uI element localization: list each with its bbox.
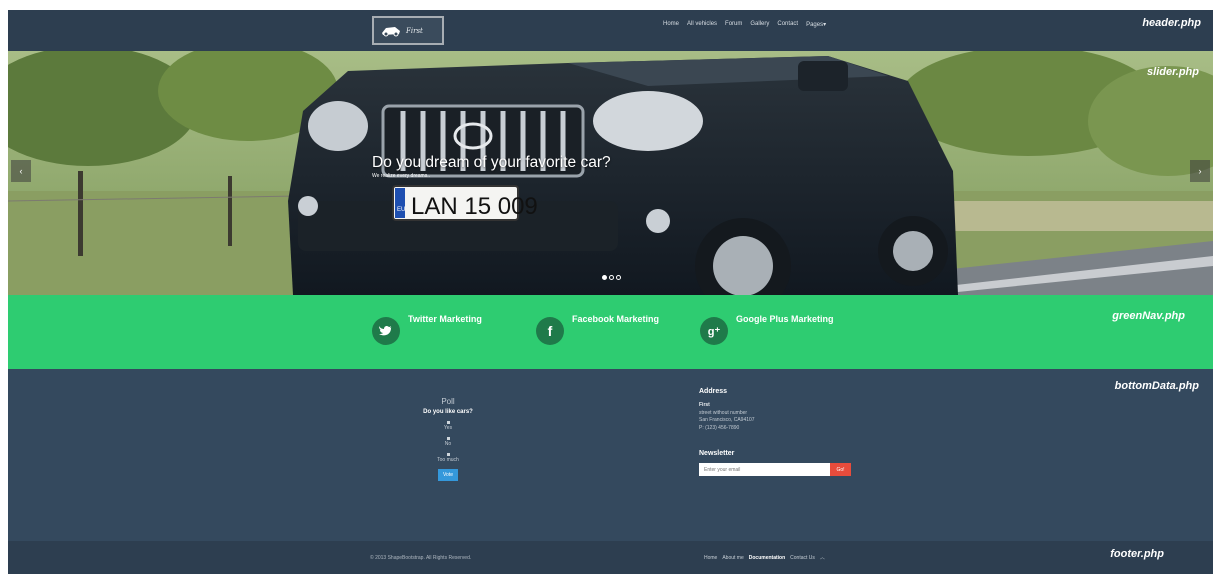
slider-dot[interactable]	[602, 275, 607, 280]
poll-radio-no[interactable]	[446, 437, 450, 440]
twitter-icon	[372, 317, 400, 345]
bottomdata-php-label: bottomData.php	[1114, 380, 1199, 392]
address-line2: San Francisco, CA94107	[699, 417, 755, 423]
footer: © 2013 ShapeBootstrap. All Rights Reserv…	[8, 541, 1213, 574]
poll-option-yes: Yes	[443, 425, 453, 431]
google-plus-icon: g⁺	[700, 317, 728, 345]
poll-question: Do you like cars?	[423, 409, 473, 415]
logo[interactable]: First	[372, 16, 444, 45]
hero-slider: EU LAN 15 009 ‹ › Do you dream of your f…	[8, 51, 1213, 295]
scroll-up-icon[interactable]: ︿	[820, 554, 825, 561]
greennav-php-label: greenNav.php	[1112, 310, 1185, 322]
nav-item-all-vehicles[interactable]: All vehicles	[687, 21, 717, 28]
bottom-data: Poll Do you like cars? Yes No Too much V…	[8, 369, 1213, 541]
nav-item-pages[interactable]: Pages▾	[806, 21, 826, 28]
address-line1: street without number	[699, 409, 748, 416]
nav-item-forum[interactable]: Forum	[725, 21, 742, 28]
poll-widget: Poll Do you like cars? Yes No Too much V…	[413, 397, 483, 481]
facebook-marketing-item[interactable]: f Facebook Marketing	[536, 314, 659, 345]
logo-car-icon	[380, 24, 402, 38]
slider-dot[interactable]	[609, 275, 614, 280]
address-phone: P: (123) 456-7890	[699, 424, 740, 431]
license-plate-text: LAN 15 009	[411, 193, 538, 220]
newsletter-go-button[interactable]: Go!	[830, 463, 851, 476]
slider-title: Do you dream of your favorite car?	[372, 154, 611, 171]
logo-text: First	[406, 26, 423, 35]
slider-dot[interactable]	[616, 275, 621, 280]
facebook-marketing-label: Facebook Marketing	[572, 314, 660, 324]
address-heading: Address	[699, 388, 728, 395]
newsletter-form: Go!	[699, 463, 851, 476]
twitter-marketing-item[interactable]: Twitter Marketing	[372, 314, 482, 345]
google-plus-marketing-label: Google Plus Marketing	[736, 314, 834, 324]
slider-prev-icon[interactable]: ‹	[11, 160, 31, 182]
copyright-text: © 2013 ShapeBootstrap. All Rights Reserv…	[370, 555, 472, 561]
nav-item-home[interactable]: Home	[663, 21, 679, 28]
poll-title: Poll	[441, 397, 455, 406]
slider-next-icon[interactable]: ›	[1190, 160, 1210, 182]
slider-dots	[602, 275, 621, 280]
poll-option-no: No	[444, 441, 452, 447]
newsletter-email-input[interactable]	[699, 463, 830, 476]
header: First Home All vehicles Forum Gallery Co…	[8, 10, 1213, 51]
newsletter-heading: Newsletter	[699, 450, 735, 457]
footer-link-home[interactable]: Home	[704, 555, 717, 561]
green-nav: Twitter Marketing f Facebook Marketing g…	[8, 295, 1213, 369]
slider-subtitle: We realize every dreams..	[372, 173, 430, 179]
address-block: Address First street without number San …	[699, 388, 851, 476]
nav-item-contact[interactable]: Contact	[777, 21, 798, 28]
footer-link-about[interactable]: About me	[722, 555, 743, 561]
slider-php-label: slider.php	[1147, 66, 1199, 78]
poll-radio-too-much[interactable]	[446, 453, 450, 456]
footer-link-contact[interactable]: Contact Us	[790, 555, 815, 561]
vote-button[interactable]: Vote	[437, 469, 458, 481]
poll-option-too-much: Too much	[437, 457, 459, 463]
footer-link-documentation[interactable]: Documentation	[749, 555, 785, 561]
footer-php-label: footer.php	[1110, 548, 1164, 560]
plate-country: EU	[397, 207, 405, 213]
slider-image: EU LAN 15 009	[8, 51, 1213, 295]
page-frame: First Home All vehicles Forum Gallery Co…	[8, 10, 1213, 574]
footer-nav: Home About me Documentation Contact Us ︿	[704, 554, 825, 562]
facebook-icon: f	[536, 317, 564, 345]
main-nav: Home All vehicles Forum Gallery Contact …	[663, 21, 826, 28]
header-php-label: header.php	[1142, 17, 1201, 29]
google-plus-marketing-item[interactable]: g⁺ Google Plus Marketing	[700, 314, 834, 345]
address-name: First	[699, 402, 710, 408]
nav-item-gallery[interactable]: Gallery	[750, 21, 769, 28]
poll-radio-yes[interactable]	[446, 421, 450, 424]
twitter-marketing-label: Twitter Marketing	[408, 314, 482, 324]
